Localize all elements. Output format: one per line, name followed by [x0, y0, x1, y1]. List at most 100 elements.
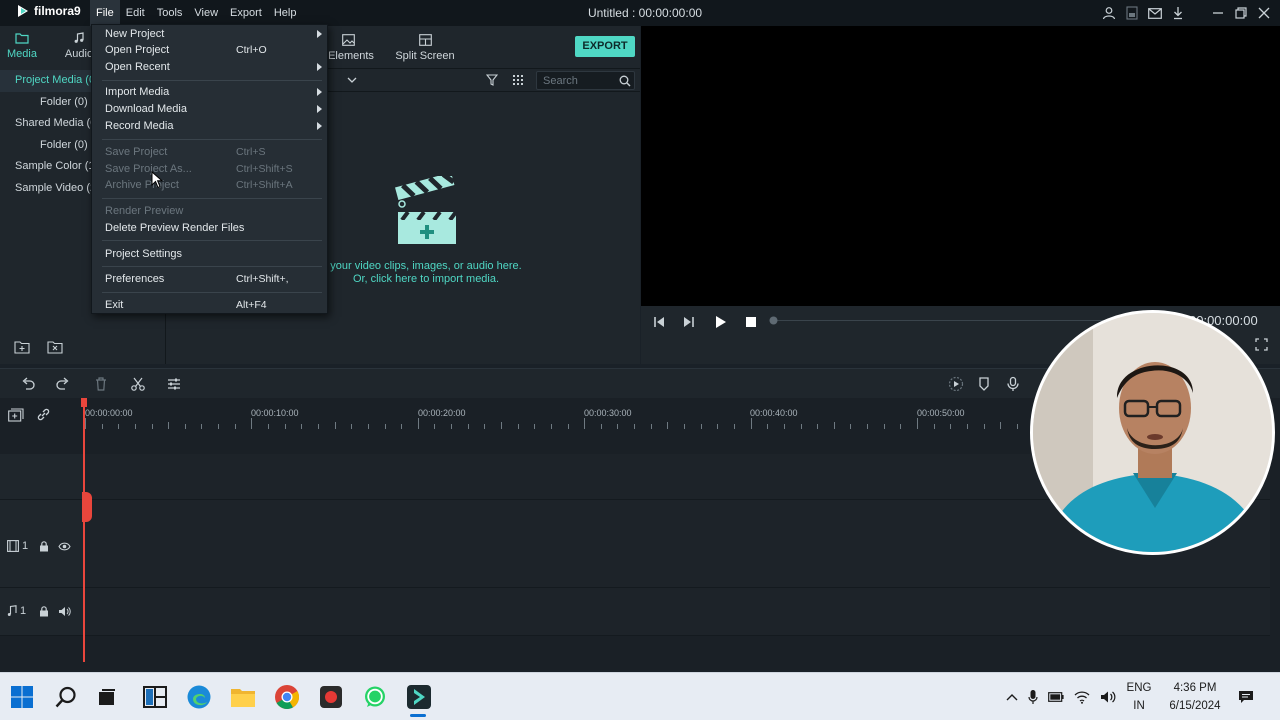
filmora-window: filmora9 File Edit Tools View Export Hel…: [0, 0, 1280, 720]
delete-icon[interactable]: [93, 376, 109, 392]
eye-icon[interactable]: [58, 542, 71, 551]
link-icon[interactable]: [36, 407, 51, 422]
start-button[interactable]: [8, 683, 36, 711]
import-hint-line2[interactable]: Or, click here to import media.: [321, 273, 531, 286]
menu-edit[interactable]: Edit: [120, 0, 151, 26]
menu-item-delete-preview-render-files[interactable]: Delete Preview Render Files: [92, 220, 327, 237]
close-icon[interactable]: [1256, 5, 1272, 21]
submenu-arrow-icon: [317, 30, 322, 38]
menu-bar: File Edit Tools View Export Help: [90, 0, 302, 26]
undo-icon[interactable]: [20, 376, 36, 392]
taskbar-file-explorer[interactable]: [229, 683, 257, 711]
taskbar-edge[interactable]: [185, 683, 213, 711]
taskbar-task-view[interactable]: [93, 683, 121, 711]
audio-track[interactable]: [85, 588, 1270, 636]
clock[interactable]: 4:36 PM 6/15/2024: [1160, 673, 1230, 720]
recorder-icon: [320, 686, 342, 708]
search-icon[interactable]: [619, 75, 631, 87]
microphone-icon[interactable]: [1028, 689, 1038, 705]
playhead-drag-tab[interactable]: [82, 492, 92, 522]
stop-icon[interactable]: [743, 314, 759, 330]
account-icon[interactable]: [1101, 5, 1117, 21]
menu-export[interactable]: Export: [224, 0, 268, 26]
menu-item-preferences[interactable]: Preferences Ctrl+Shift+,: [92, 271, 327, 288]
menu-item-exit[interactable]: Exit Alt+F4: [92, 297, 327, 314]
video-track-icon: [7, 540, 19, 552]
adjust-icon[interactable]: [166, 376, 182, 392]
grid-view-icon[interactable]: [512, 74, 524, 86]
menu-item-open-project[interactable]: Open Project Ctrl+O: [92, 42, 327, 59]
download-icon[interactable]: [1170, 5, 1186, 21]
split-screen-icon: [418, 34, 432, 46]
playhead[interactable]: [83, 398, 85, 662]
speaker-icon[interactable]: [58, 606, 71, 617]
language-indicator[interactable]: ENG IN: [1122, 673, 1156, 720]
new-folder-icon[interactable]: [14, 340, 31, 354]
wifi-icon[interactable]: [1074, 690, 1090, 704]
play-icon[interactable]: [712, 314, 728, 330]
taskbar-whatsapp[interactable]: [361, 683, 389, 711]
lock-icon[interactable]: [39, 606, 49, 617]
menu-item-new-project[interactable]: New Project: [92, 26, 327, 43]
menu-item-archive-project[interactable]: Archive Project Ctrl+Shift+A: [92, 177, 327, 194]
menu-file[interactable]: File: [90, 0, 120, 26]
battery-icon[interactable]: [1048, 692, 1064, 702]
filmora-app-icon: [407, 685, 431, 709]
fullscreen-icon[interactable]: [1255, 338, 1268, 351]
ruler-label-0: 00:00:00:00: [85, 408, 133, 418]
search-input[interactable]: [543, 74, 615, 88]
chevron-up-icon[interactable]: [1006, 693, 1018, 701]
submenu-arrow-icon: [317, 105, 322, 113]
taskbar-screen-recorder[interactable]: [317, 683, 345, 711]
previous-frame-icon[interactable]: [651, 314, 667, 330]
redo-icon[interactable]: [55, 376, 71, 392]
menu-item-save-project-as[interactable]: Save Project As... Ctrl+Shift+S: [92, 161, 327, 178]
menu-item-import-media[interactable]: Import Media: [92, 84, 327, 101]
video-track-number: 1: [22, 540, 29, 552]
volume-icon[interactable]: [1100, 690, 1116, 704]
menu-item-save-project[interactable]: Save Project Ctrl+S: [92, 144, 327, 161]
menu-item-project-settings[interactable]: Project Settings: [92, 246, 327, 263]
menu-item-render-preview[interactable]: Render Preview: [92, 203, 327, 220]
menu-item-record-media[interactable]: Record Media: [92, 118, 327, 135]
menu-help[interactable]: Help: [268, 0, 303, 26]
export-button[interactable]: EXPORT: [575, 36, 635, 57]
mail-icon[interactable]: [1147, 5, 1163, 21]
audio-track-icon: [7, 605, 17, 616]
notifications-button[interactable]: [1238, 673, 1254, 720]
lock-icon[interactable]: [39, 541, 49, 552]
restore-icon[interactable]: [1233, 5, 1249, 21]
cut-icon[interactable]: [130, 376, 146, 392]
delete-folder-icon[interactable]: [47, 340, 64, 354]
clapperboard-add-icon: [395, 176, 458, 244]
import-drop-zone[interactable]: your video clips, images, or audio here.…: [321, 176, 531, 286]
taskbar-chrome[interactable]: [273, 683, 301, 711]
render-icon[interactable]: [948, 376, 964, 392]
microphone-icon[interactable]: [1005, 376, 1021, 392]
menu-tools[interactable]: Tools: [151, 0, 189, 26]
filter-icon[interactable]: [486, 74, 498, 86]
menu-item-open-recent[interactable]: Open Recent: [92, 59, 327, 76]
menu-view[interactable]: View: [188, 0, 224, 26]
language-line2: IN: [1133, 700, 1145, 712]
menu-separator: [102, 198, 322, 199]
audio-track-number: 1: [20, 605, 27, 617]
chevron-down-icon[interactable]: [347, 77, 357, 84]
taskbar-filmora[interactable]: [405, 683, 433, 711]
folder-icon: [15, 33, 29, 44]
tab-media[interactable]: Media: [6, 32, 38, 60]
taskbar-widgets[interactable]: [141, 683, 169, 711]
music-note-icon: [74, 32, 84, 43]
taskbar-search[interactable]: [52, 683, 80, 711]
empty-track-header: [0, 454, 84, 500]
tab-media-label: Media: [7, 48, 37, 60]
scrubber-handle[interactable]: [769, 316, 778, 325]
minimize-icon[interactable]: [1210, 5, 1226, 21]
app-logo: filmora9: [16, 4, 81, 18]
save-disabled-icon[interactable]: [1124, 5, 1140, 21]
tab-split-screen[interactable]: Split Screen: [392, 34, 458, 62]
menu-item-download-media[interactable]: Download Media: [92, 101, 327, 118]
marker-icon[interactable]: [976, 376, 992, 392]
add-track-icon[interactable]: [8, 408, 24, 422]
next-frame-icon[interactable]: [681, 314, 697, 330]
